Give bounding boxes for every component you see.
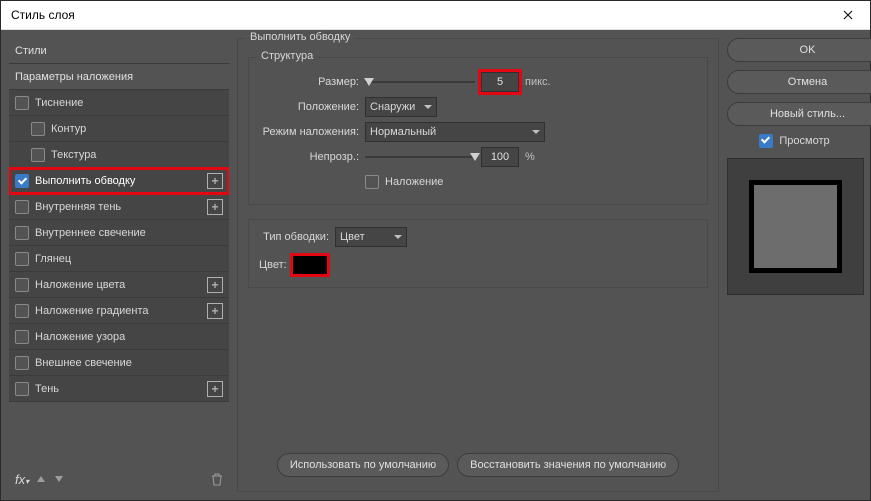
blend-mode-select[interactable]: Нормальный (365, 122, 545, 142)
opacity-label: Непрозр.: (259, 151, 359, 163)
overprint-label: Наложение (385, 176, 443, 188)
delete-icon[interactable] (211, 472, 223, 486)
dialog-buttons: OK Отмена Новый стиль... Просмотр (727, 38, 862, 492)
preview-swatch-inner (749, 180, 843, 274)
effect-label: Тень (35, 383, 201, 395)
effect-checkbox[interactable] (15, 226, 29, 240)
color-label: Цвет: (259, 259, 287, 271)
effect-checkbox[interactable] (15, 382, 29, 396)
effect-row[interactable]: Тень + (9, 376, 229, 402)
position-label: Положение: (259, 101, 359, 113)
opacity-input[interactable]: 100 (481, 147, 519, 167)
checkbox-checked-icon (759, 134, 773, 148)
effect-label: Наложение узора (35, 331, 223, 343)
effect-checkbox[interactable] (15, 304, 29, 318)
effect-checkbox[interactable] (31, 122, 45, 136)
effect-label: Наложение градиента (35, 305, 201, 317)
effect-row[interactable]: Выполнить обводку + (9, 168, 229, 194)
window-title: Стиль слоя (11, 8, 75, 22)
effect-checkbox[interactable] (15, 252, 29, 266)
position-value: Снаружи (370, 101, 415, 113)
ok-button[interactable]: OK (727, 38, 871, 62)
effect-row[interactable]: Внутреннее свечение (9, 220, 229, 246)
chevron-down-icon (424, 105, 432, 109)
effect-label: Текстура (51, 149, 223, 161)
effect-row[interactable]: Наложение цвета + (9, 272, 229, 298)
structure-group-title: Структура (257, 50, 317, 62)
blend-value: Нормальный (370, 126, 436, 138)
effect-label: Внутренняя тень (35, 201, 201, 213)
effect-checkbox[interactable] (15, 278, 29, 292)
effect-row[interactable]: Наложение узора (9, 324, 229, 350)
structure-group: Структура Размер: 5 пикс. Положение: Сна… (248, 57, 708, 205)
cancel-button[interactable]: Отмена (727, 70, 871, 94)
effect-label: Внутреннее свечение (35, 227, 223, 239)
preview-toggle[interactable]: Просмотр (727, 134, 862, 148)
effect-row[interactable]: Внутренняя тень + (9, 194, 229, 220)
effect-label: Глянец (35, 253, 223, 265)
effect-checkbox[interactable] (31, 148, 45, 162)
effect-label: Выполнить обводку (35, 175, 201, 187)
effect-row[interactable]: Тиснение (9, 90, 229, 116)
sidebar-header-blending[interactable]: Параметры наложения (9, 64, 229, 90)
close-icon (843, 10, 853, 20)
opacity-slider[interactable] (365, 150, 475, 164)
effect-checkbox[interactable] (15, 174, 29, 188)
effect-row[interactable]: Наложение градиента + (9, 298, 229, 324)
filltype-select[interactable]: Цвет (335, 227, 407, 247)
overprint-checkbox[interactable] (365, 175, 379, 189)
chevron-down-icon (394, 235, 402, 239)
stroke-group-title: Выполнить обводку (246, 31, 354, 43)
add-effect-icon[interactable]: + (207, 303, 223, 319)
effect-row[interactable]: Текстура (9, 142, 229, 168)
effect-label: Контур (51, 123, 223, 135)
add-effect-icon[interactable]: + (207, 381, 223, 397)
size-label: Размер: (259, 76, 359, 88)
effect-label: Тиснение (35, 97, 223, 109)
options-panel: Выполнить обводку Структура Размер: 5 пи… (237, 38, 719, 492)
effect-row[interactable]: Глянец (9, 246, 229, 272)
size-unit: пикс. (525, 76, 551, 88)
sidebar-header-blending-label: Параметры наложения (15, 71, 223, 83)
preview-swatch (727, 158, 864, 295)
color-swatch[interactable] (293, 256, 327, 274)
effect-row[interactable]: Внешнее свечение (9, 350, 229, 376)
effect-row[interactable]: Контур (9, 116, 229, 142)
add-effect-icon[interactable]: + (207, 173, 223, 189)
effect-checkbox[interactable] (15, 356, 29, 370)
new-style-button[interactable]: Новый стиль... (727, 102, 871, 126)
sidebar-header-styles-label: Стили (15, 45, 223, 57)
styles-sidebar: Стили Параметры наложения Тиснение Контур… (9, 38, 229, 492)
effect-label: Внешнее свечение (35, 357, 223, 369)
make-default-button[interactable]: Использовать по умолчанию (277, 453, 449, 477)
blend-label: Режим наложения: (259, 126, 359, 138)
size-input[interactable]: 5 (481, 72, 519, 92)
chevron-down-icon (532, 130, 540, 134)
filltype-value: Цвет (340, 231, 365, 243)
effect-checkbox[interactable] (15, 200, 29, 214)
filltype-label: Тип обводки: (259, 231, 329, 243)
add-effect-icon[interactable]: + (207, 199, 223, 215)
size-slider[interactable] (365, 75, 475, 89)
fx-icon[interactable]: fx▾ (15, 472, 29, 487)
sidebar-header-styles[interactable]: Стили (9, 38, 229, 64)
move-down-icon[interactable] (53, 473, 65, 485)
window-close-button[interactable] (825, 1, 870, 29)
add-effect-icon[interactable]: + (207, 277, 223, 293)
opacity-unit: % (525, 151, 535, 163)
effect-checkbox[interactable] (15, 330, 29, 344)
move-up-icon[interactable] (35, 473, 47, 485)
reset-default-button[interactable]: Восстановить значения по умолчанию (457, 453, 679, 477)
preview-label: Просмотр (779, 135, 829, 147)
layer-style-dialog: Стиль слоя Стили Параметры наложения Тис… (0, 0, 871, 501)
effect-checkbox[interactable] (15, 96, 29, 110)
effect-label: Наложение цвета (35, 279, 201, 291)
stroke-group: Выполнить обводку Структура Размер: 5 пи… (237, 38, 719, 492)
fill-group: Тип обводки: Цвет Цвет: (248, 219, 708, 288)
titlebar: Стиль слоя (1, 1, 870, 30)
position-select[interactable]: Снаружи (365, 97, 437, 117)
sidebar-footer: fx▾ (9, 466, 229, 492)
